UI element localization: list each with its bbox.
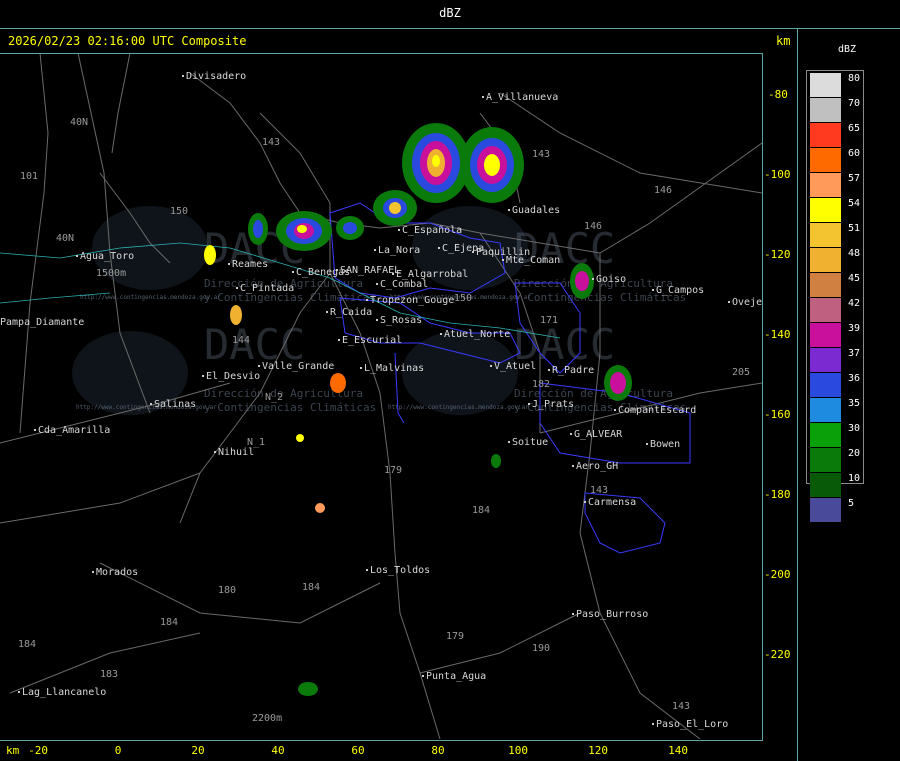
- legend-swatch: [810, 298, 841, 322]
- legend-label: 37: [848, 348, 861, 359]
- unit-label-top: km: [776, 34, 791, 48]
- legend-swatch: [810, 423, 841, 447]
- legend-swatch: [810, 223, 841, 247]
- legend-swatch: [810, 348, 841, 372]
- y-tick-label: -80: [768, 88, 788, 101]
- x-tick-label: 120: [588, 744, 608, 757]
- map-header: 2026/02/23 02:16:00 UTC Composite km: [0, 28, 798, 52]
- legend-swatch: [810, 198, 841, 222]
- legend-swatch: [810, 123, 841, 147]
- legend-swatch: [810, 323, 841, 347]
- legend-label: 39: [848, 323, 861, 334]
- legend-swatch: [810, 173, 841, 197]
- legend-swatch: [810, 148, 841, 172]
- x-tick-label: -20: [28, 744, 48, 757]
- legend-swatch: [810, 473, 841, 497]
- legend-swatch: [810, 498, 841, 522]
- legend-label: 20: [848, 448, 861, 459]
- panel-divider: [797, 28, 798, 761]
- window-title-bar: dBZ: [0, 0, 900, 29]
- y-tick-label: -200: [764, 568, 791, 581]
- x-tick-label: 140: [668, 744, 688, 757]
- legend-label: 5: [848, 498, 855, 509]
- product-title: dBZ: [439, 6, 461, 20]
- legend-swatch: [810, 373, 841, 397]
- legend-label: 54: [848, 198, 861, 209]
- legend-swatch: [810, 398, 841, 422]
- x-tick-label: 0: [114, 744, 122, 757]
- legend-swatch: [810, 73, 841, 97]
- unit-label-bottom: km: [6, 744, 20, 757]
- x-tick-label: 60: [351, 744, 365, 757]
- legend-label: 60: [848, 148, 861, 159]
- legend-label: 65: [848, 123, 861, 134]
- legend-label: 57: [848, 173, 861, 184]
- y-tick-label: -100: [764, 168, 791, 181]
- x-tick-label: 40: [271, 744, 285, 757]
- y-tick-label: -120: [764, 248, 791, 261]
- legend-label: 10: [848, 473, 861, 484]
- legend-label: 51: [848, 223, 861, 234]
- legend-label: 45: [848, 273, 861, 284]
- y-tick-label: -220: [764, 648, 791, 661]
- legend-label: 36: [848, 373, 861, 384]
- legend-swatch: [810, 448, 841, 472]
- legend-label: 48: [848, 248, 861, 259]
- x-tick-label: 100: [508, 744, 528, 757]
- legend-label: 70: [848, 98, 861, 109]
- legend-label: 35: [848, 398, 861, 409]
- legend-title: dBZ: [838, 44, 857, 55]
- legend-label: 30: [848, 423, 861, 434]
- legend-label: 80: [848, 73, 861, 84]
- legend-swatch: [810, 248, 841, 272]
- legend-swatch: [810, 273, 841, 297]
- timestamp-label: 2026/02/23 02:16:00 UTC Composite: [8, 34, 247, 48]
- x-tick-label: 20: [191, 744, 205, 757]
- legend-swatch: [810, 98, 841, 122]
- y-tick-label: -180: [764, 488, 791, 501]
- x-tick-label: 80: [431, 744, 445, 757]
- map-frame: [0, 53, 763, 741]
- legend-label: 42: [848, 298, 861, 309]
- y-tick-label: -140: [764, 328, 791, 341]
- y-tick-label: -160: [764, 408, 791, 421]
